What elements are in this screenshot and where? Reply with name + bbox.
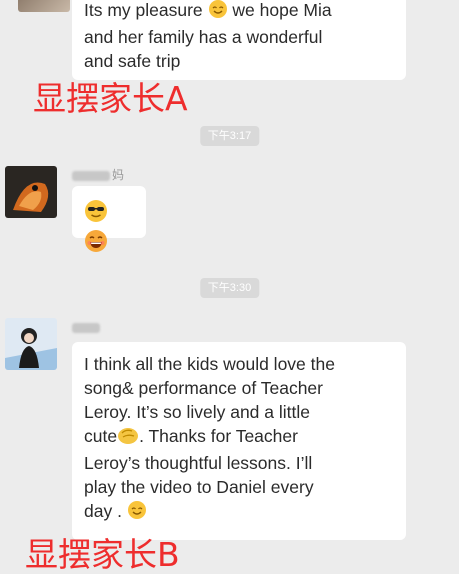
message-3-line-4a: cute (84, 426, 118, 446)
nickname-parent-2: 妈 (72, 168, 124, 182)
message-3-line-3: Leroy. It’s so lively and a little (84, 402, 310, 422)
message-1-line-2: and her family has a wonderful (84, 27, 323, 47)
avatar-parent-3[interactable] (5, 318, 57, 370)
message-1-line-1a: Its my pleasure (84, 0, 203, 20)
timestamp-2: 下午3:30 (199, 278, 260, 298)
message-bubble-3[interactable]: I think all the kids would love the song… (72, 342, 406, 540)
smiling-face-icon (208, 0, 228, 25)
caption-parent-a: 显摆家长A (33, 79, 188, 118)
blurred-name (72, 322, 100, 333)
message-1-line-3: and safe trip (84, 51, 181, 71)
avatar-parent-2[interactable] (5, 166, 57, 218)
avatar-image (5, 166, 57, 218)
message-bubble-1[interactable]: Its my pleasure we hope Mia and her fami… (72, 0, 406, 80)
timestamp-1: 下午3:17 (199, 126, 260, 146)
clapping-hands-icon (117, 425, 139, 451)
message-3-line-5: Leroy’s thoughtful lessons. I’ll (84, 453, 313, 473)
message-3-line-2: song& performance of Teacher (84, 378, 323, 398)
message-1-line-1b: we hope Mia (232, 0, 332, 20)
sunglasses-face-icon (84, 199, 108, 229)
caption-parent-b: 显摆家长B (25, 535, 180, 574)
message-3-line-7: day . (84, 501, 122, 521)
blurred-name (72, 170, 110, 181)
smiling-face-icon (127, 500, 147, 526)
grinning-face-icon (84, 229, 108, 259)
avatar-image (5, 318, 57, 370)
message-bubble-2[interactable] (72, 186, 146, 252)
message-3-line-1: I think all the kids would love the (84, 354, 335, 374)
message-3-line-6: play the video to Daniel every (84, 477, 314, 497)
avatar-parent-a[interactable] (18, 0, 70, 12)
nickname-parent-3 (72, 320, 102, 334)
message-3-line-4b: . Thanks for Teacher (139, 426, 298, 446)
